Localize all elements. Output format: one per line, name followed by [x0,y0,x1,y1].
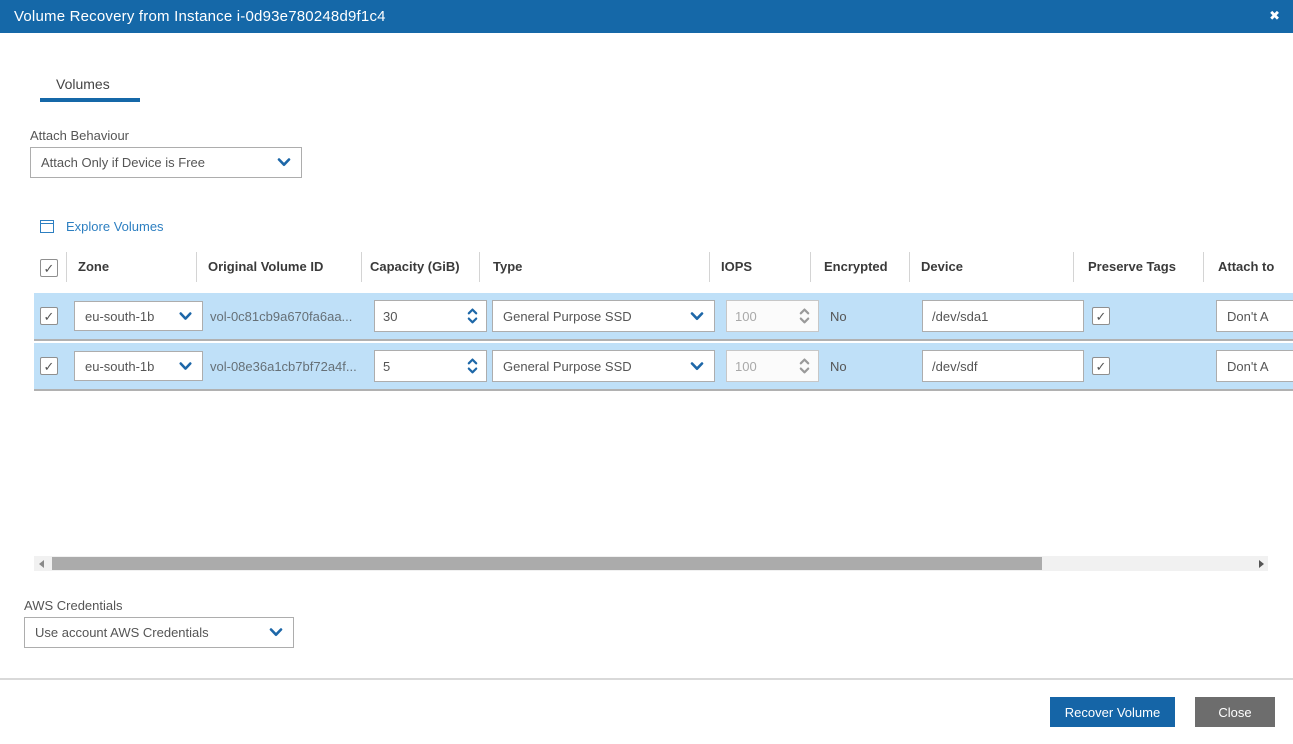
attach-behaviour-select[interactable]: Attach Only if Device is Free [30,147,302,178]
preserve-tags-checkbox[interactable]: ✓ [1092,307,1110,325]
scroll-left-icon[interactable] [34,556,48,571]
type-select[interactable]: General Purpose SSD [492,300,715,332]
col-header-device: Device [921,259,963,274]
footer-divider [0,678,1293,680]
column-separator [1203,252,1204,282]
column-separator [810,252,811,282]
col-header-iops: IOPS [721,259,752,274]
col-header-attach-to: Attach to [1218,259,1274,274]
col-header-type: Type [493,259,522,274]
device-input[interactable]: /dev/sdf [922,350,1084,382]
col-header-encrypted: Encrypted [824,259,888,274]
recover-volume-button[interactable]: Recover Volume [1050,697,1175,727]
spinner-icon [799,308,810,324]
original-volume-id: vol-0c81cb9a670fa6aa... [210,309,352,324]
iops-input-disabled: 100 [726,300,819,332]
zone-select[interactable]: eu-south-1b [74,351,203,381]
scroll-right-icon[interactable] [1254,556,1268,571]
column-separator [479,252,480,282]
close-icon[interactable]: ✖ [1269,8,1280,24]
encrypted-value: No [830,309,847,324]
attach-to-select[interactable]: Don't A [1216,300,1293,332]
device-input[interactable]: /dev/sda1 [922,300,1084,332]
encrypted-value: No [830,359,847,374]
column-separator [909,252,910,282]
dialog-title: Volume Recovery from Instance i-0d93e780… [0,8,386,25]
chevron-down-icon [690,312,704,321]
scrollbar-thumb[interactable] [52,557,1042,570]
horizontal-scrollbar[interactable] [34,556,1268,571]
attach-behaviour-value: Attach Only if Device is Free [41,155,205,170]
row-select-checkbox[interactable]: ✓ [40,357,58,375]
column-separator [361,252,362,282]
dialog-titlebar: Volume Recovery from Instance i-0d93e780… [0,0,1293,33]
attach-behaviour-label: Attach Behaviour [30,128,129,143]
col-header-preserve-tags: Preserve Tags [1088,259,1176,274]
volume-row: ✓ eu-south-1b vol-08e36a1cb7bf72a4f... 5… [34,343,1293,391]
original-volume-id: vol-08e36a1cb7bf72a4f... [210,359,357,374]
explore-volumes-label: Explore Volumes [66,219,164,234]
preserve-tags-checkbox[interactable]: ✓ [1092,357,1110,375]
chevron-down-icon [277,158,291,167]
close-button[interactable]: Close [1195,697,1275,727]
col-header-zone: Zone [78,259,109,274]
iops-input-disabled: 100 [726,350,819,382]
explore-volumes-link[interactable]: Explore Volumes [40,219,164,234]
tab-volumes[interactable]: Volumes [56,76,110,92]
window-icon [40,220,54,233]
column-separator [196,252,197,282]
volume-row: ✓ eu-south-1b vol-0c81cb9a670fa6aa... 30… [34,293,1293,341]
aws-credentials-label: AWS Credentials [24,598,123,613]
tab-active-underline [40,98,140,102]
chevron-down-icon [690,362,704,371]
col-header-capacity: Capacity (GiB) [370,259,460,274]
column-separator [709,252,710,282]
capacity-input[interactable]: 5 [374,350,487,382]
capacity-input[interactable]: 30 [374,300,487,332]
chevron-down-icon [269,628,283,637]
select-all-checkbox[interactable]: ✓ [40,259,58,277]
spinner-icon[interactable] [467,358,478,374]
spinner-icon [799,358,810,374]
zone-select[interactable]: eu-south-1b [74,301,203,331]
chevron-down-icon [179,362,192,371]
col-header-original-volume-id: Original Volume ID [208,259,323,274]
chevron-down-icon [179,312,192,321]
column-separator [66,252,67,282]
aws-credentials-value: Use account AWS Credentials [35,625,209,640]
attach-to-select[interactable]: Don't A [1216,350,1293,382]
aws-credentials-select[interactable]: Use account AWS Credentials [24,617,294,648]
type-select[interactable]: General Purpose SSD [492,350,715,382]
volume-recovery-dialog: Volume Recovery from Instance i-0d93e780… [0,0,1293,744]
column-separator [1073,252,1074,282]
spinner-icon[interactable] [467,308,478,324]
row-select-checkbox[interactable]: ✓ [40,307,58,325]
